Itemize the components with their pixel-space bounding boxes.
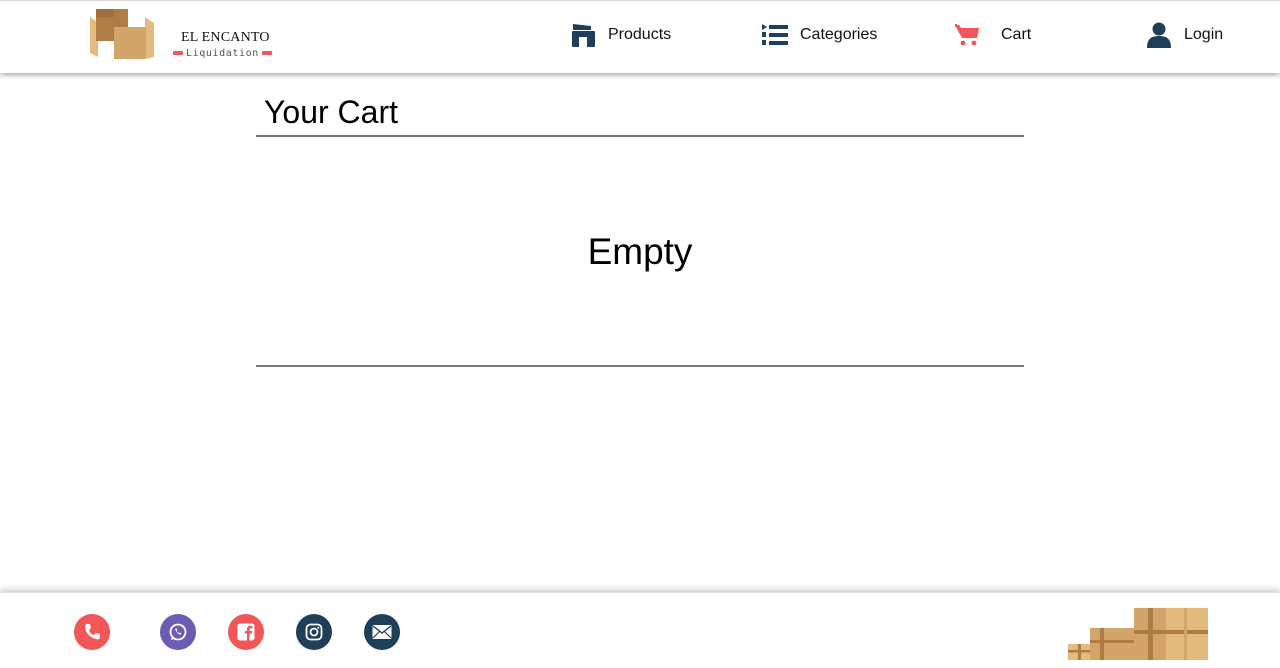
title-divider	[256, 135, 1024, 137]
nav-categories-label: Categories	[800, 26, 878, 43]
whatsapp-icon	[169, 623, 187, 641]
boxes-illustration-icon	[1068, 608, 1208, 660]
nav-login-label: Login	[1184, 26, 1224, 43]
whatsapp-button[interactable]	[160, 614, 196, 650]
store-icon	[572, 24, 595, 47]
nav-cart-label: Cart	[1001, 26, 1032, 43]
nav-cart[interactable]: Cart	[955, 19, 1031, 51]
instagram-button[interactable]	[296, 614, 332, 650]
brand-tagline: Liquidation	[186, 47, 259, 59]
instagram-icon	[305, 623, 323, 641]
empty-cart-message: Empty	[587, 231, 693, 272]
top-navbar: EL ENCANTO Liquidation Products Categori…	[0, 0, 1280, 73]
brand-tagline-row: Liquidation	[173, 47, 272, 59]
phone-button[interactable]	[74, 614, 110, 650]
mail-icon	[372, 625, 392, 639]
nav-products[interactable]: Products	[570, 19, 671, 51]
cart-bottom-divider	[256, 365, 1024, 367]
page-title: Your Cart	[264, 94, 398, 130]
phone-icon	[85, 624, 100, 640]
email-button[interactable]	[364, 614, 400, 650]
boxes-logo-icon	[90, 9, 154, 59]
cart-icon	[955, 24, 979, 46]
brand-name: EL ENCANTO	[181, 30, 270, 45]
list-icon	[762, 24, 788, 45]
brand-logo[interactable]: EL ENCANTO Liquidation	[88, 9, 278, 65]
nav-categories[interactable]: Categories	[762, 19, 877, 51]
nav-login[interactable]: Login	[1146, 19, 1223, 51]
facebook-button[interactable]	[228, 614, 264, 650]
user-icon	[1147, 22, 1171, 48]
nav-products-label: Products	[608, 26, 672, 43]
facebook-icon	[237, 623, 255, 641]
